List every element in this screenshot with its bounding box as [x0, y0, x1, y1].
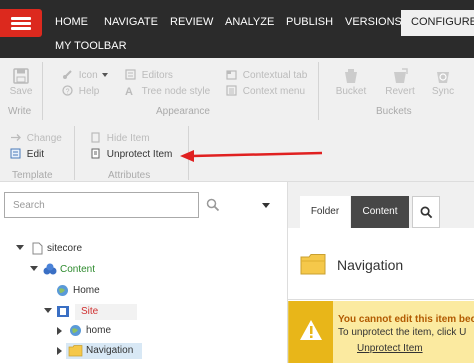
sync-button[interactable]: Sync — [428, 68, 458, 97]
unprotect-item-icon — [91, 148, 100, 159]
expand-toggle-icon[interactable] — [44, 308, 52, 313]
top-navigation-bar: HOME NAVIGATE REVIEW ANALYZE PUBLISH VER… — [0, 0, 474, 58]
editors-button[interactable]: Editors — [125, 69, 173, 83]
edit-template-button[interactable]: Edit — [10, 148, 44, 162]
protected-item-warning: You cannot edit this item beca To unprot… — [288, 301, 474, 363]
template-group-label: Template — [12, 170, 53, 181]
folder-icon — [300, 254, 326, 275]
tab-configure[interactable]: CONFIGURE — [401, 10, 474, 36]
tree-item-content[interactable]: Content — [30, 262, 150, 278]
icon-picker-icon — [63, 70, 72, 79]
expand-toggle-icon[interactable] — [30, 266, 38, 271]
help-button[interactable]: ? Help — [62, 85, 99, 99]
search-input[interactable] — [5, 193, 198, 217]
folder-icon — [68, 345, 83, 357]
revert-bucket-icon — [394, 68, 408, 83]
revert-button[interactable]: Revert — [383, 68, 417, 97]
search-icon — [420, 206, 432, 219]
save-label: Save — [9, 86, 33, 97]
warning-triangle-icon — [300, 320, 322, 340]
content-icon — [43, 263, 57, 275]
help-icon: ? — [62, 85, 73, 96]
hide-item-icon — [91, 132, 100, 143]
contextual-tab-button[interactable]: Contextual tab — [226, 69, 307, 83]
text-style-icon: A — [125, 86, 133, 96]
collapse-toggle-icon[interactable] — [57, 347, 62, 355]
item-header: Navigation — [288, 228, 474, 300]
unprotect-item-button[interactable]: Unprotect Item — [90, 148, 172, 162]
save-button[interactable]: Save — [6, 68, 36, 97]
appearance-group-label: Appearance — [156, 106, 210, 117]
my-toolbar-tab[interactable]: MY TOOLBAR — [55, 38, 127, 54]
buckets-group-label: Buckets — [376, 106, 412, 117]
warning-text: To unprotect the item, click U — [338, 327, 467, 338]
floppy-icon — [13, 68, 29, 84]
tab-home[interactable]: HOME — [55, 10, 88, 34]
item-title: Navigation — [337, 257, 404, 273]
tree-item-site[interactable]: Site — [44, 304, 164, 320]
chevron-down-icon — [102, 73, 109, 77]
tab-review[interactable]: REVIEW — [170, 10, 213, 34]
change-template-button[interactable]: Change — [10, 132, 62, 146]
context-menu-button[interactable]: Context menu — [226, 85, 305, 99]
tab-publish[interactable]: PUBLISH — [286, 10, 333, 34]
globe-icon — [57, 285, 68, 296]
tab-analyze[interactable]: ANALYZE — [225, 10, 274, 34]
collapse-toggle-icon[interactable] — [57, 327, 62, 335]
bucket-button[interactable]: Bucket — [334, 68, 368, 97]
hide-item-button[interactable]: Hide Item — [90, 132, 150, 146]
hamburger-menu-button[interactable] — [0, 9, 42, 37]
tree-item-home[interactable]: Home — [56, 283, 176, 299]
attributes-group-label: Attributes — [108, 170, 151, 181]
svg-text:A: A — [125, 86, 133, 96]
svg-text:?: ? — [66, 89, 70, 96]
bucket-icon — [345, 69, 357, 83]
editor-tabs: Folder Content — [288, 182, 474, 228]
change-template-icon — [11, 134, 21, 141]
unprotect-item-link[interactable]: Unprotect Item — [357, 342, 423, 356]
editors-icon — [125, 69, 136, 80]
warning-title: You cannot edit this item beca — [338, 314, 474, 325]
tab-content[interactable]: Content — [351, 196, 409, 228]
search-options-chevron-down-icon[interactable] — [262, 203, 270, 208]
tree-item-home-child[interactable]: home — [57, 323, 177, 339]
site-icon — [57, 306, 69, 317]
search-icon[interactable] — [206, 198, 220, 212]
contextual-tab-icon — [226, 70, 237, 80]
search-box — [4, 192, 199, 218]
edit-template-icon — [10, 148, 21, 159]
globe-icon — [70, 325, 81, 336]
expand-toggle-icon[interactable] — [16, 245, 24, 250]
tree-node-style-button[interactable]: A Tree node style — [125, 85, 210, 99]
tree-item-navigation[interactable]: Navigation — [57, 343, 177, 359]
context-menu-icon — [226, 85, 237, 96]
editor-search-button[interactable] — [412, 196, 440, 228]
ribbon: Save Write Icon ? Help Editors A Tree no… — [0, 58, 474, 182]
tree-item-sitecore[interactable]: sitecore — [16, 241, 136, 257]
icon-button[interactable]: Icon — [62, 69, 109, 83]
write-group-label: Write — [8, 106, 32, 117]
tab-folder[interactable]: Folder — [300, 196, 350, 228]
tab-navigate[interactable]: NAVIGATE — [104, 10, 158, 34]
page-icon — [32, 242, 43, 255]
sync-bucket-icon — [437, 72, 449, 83]
tab-versions[interactable]: VERSIONS — [345, 10, 402, 34]
hamburger-icon — [11, 17, 31, 20]
